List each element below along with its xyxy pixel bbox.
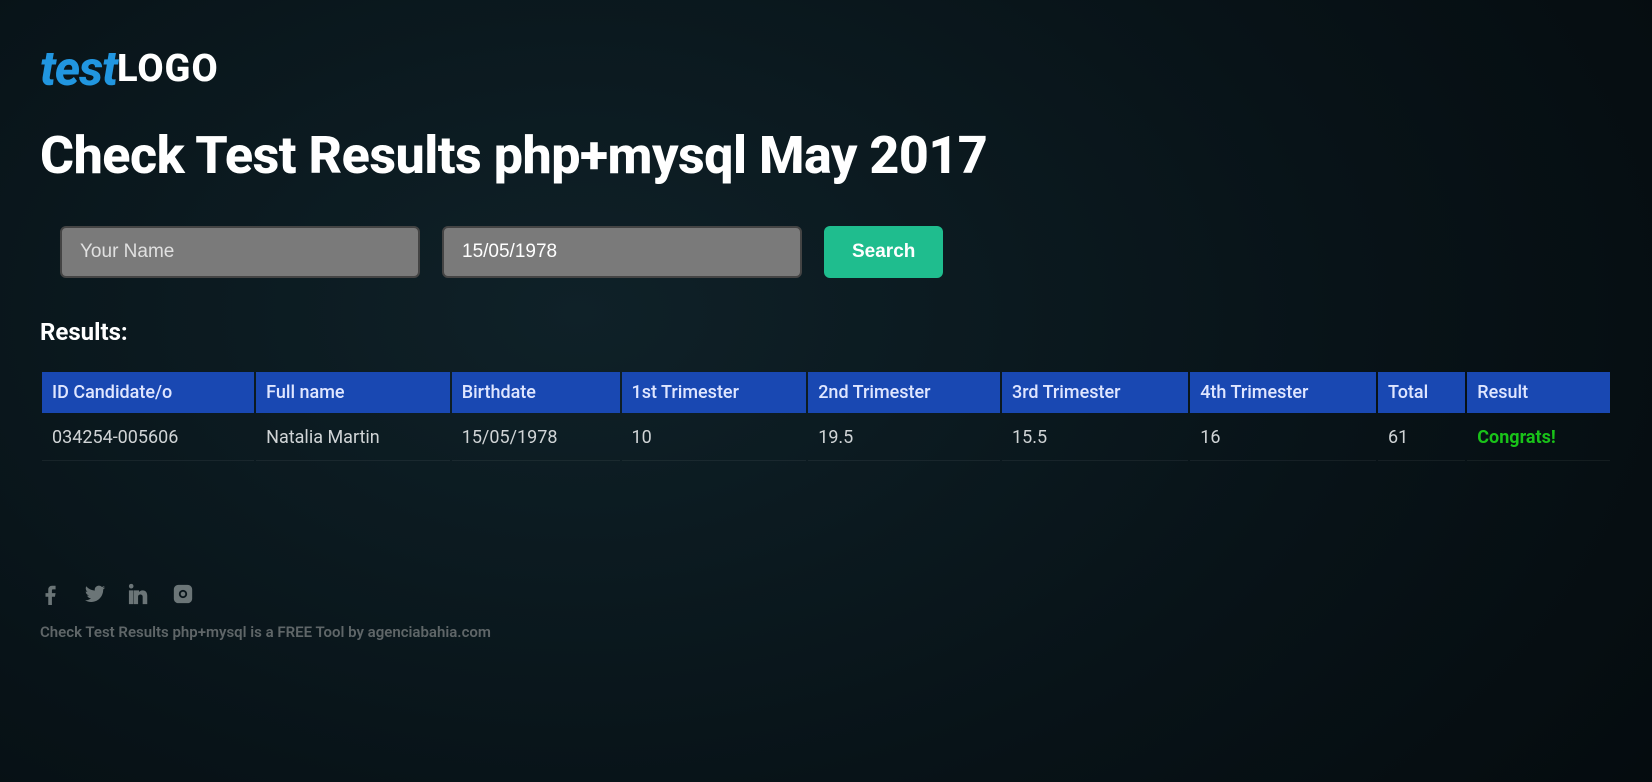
table-row: 034254-005606Natalia Martin15/05/1978101… (42, 415, 1610, 461)
name-input[interactable] (60, 226, 420, 278)
facebook-icon[interactable] (40, 583, 62, 609)
search-button[interactable]: Search (824, 226, 943, 278)
table-header: 1st Trimester (622, 372, 807, 413)
search-form: Search (60, 226, 1612, 278)
date-input[interactable] (442, 226, 802, 278)
table-cell: Congrats! (1467, 415, 1610, 461)
footer-text: Check Test Results php+mysql is a FREE T… (40, 623, 1612, 641)
table-cell: 10 (622, 415, 807, 461)
twitter-icon[interactable] (84, 583, 106, 609)
table-header: 3rd Trimester (1002, 372, 1188, 413)
table-cell: 15/05/1978 (452, 415, 620, 461)
table-cell: 15.5 (1002, 415, 1188, 461)
instagram-icon[interactable] (172, 583, 194, 609)
results-table: ID Candidate/oFull nameBirthdate1st Trim… (40, 370, 1612, 463)
table-header: Full name (256, 372, 450, 413)
table-cell: 16 (1190, 415, 1376, 461)
table-cell: 19.5 (808, 415, 1000, 461)
linkedin-icon[interactable] (128, 583, 150, 609)
footer: Check Test Results php+mysql is a FREE T… (40, 583, 1612, 641)
logo-suffix: LOGO (117, 47, 219, 91)
logo-prefix: test (40, 40, 117, 97)
table-cell: 034254-005606 (42, 415, 254, 461)
social-links (40, 583, 1612, 609)
table-cell: Natalia Martin (256, 415, 450, 461)
table-cell: 61 (1378, 415, 1465, 461)
page-title: Check Test Results php+mysql May 2017 (40, 125, 1612, 186)
results-label: Results: (40, 318, 1612, 346)
site-logo: testLOGO (40, 40, 1612, 97)
table-header: Result (1467, 372, 1610, 413)
table-header: ID Candidate/o (42, 372, 254, 413)
table-header: Birthdate (452, 372, 620, 413)
table-header: 2nd Trimester (808, 372, 1000, 413)
table-header: Total (1378, 372, 1465, 413)
table-header: 4th Trimester (1190, 372, 1376, 413)
